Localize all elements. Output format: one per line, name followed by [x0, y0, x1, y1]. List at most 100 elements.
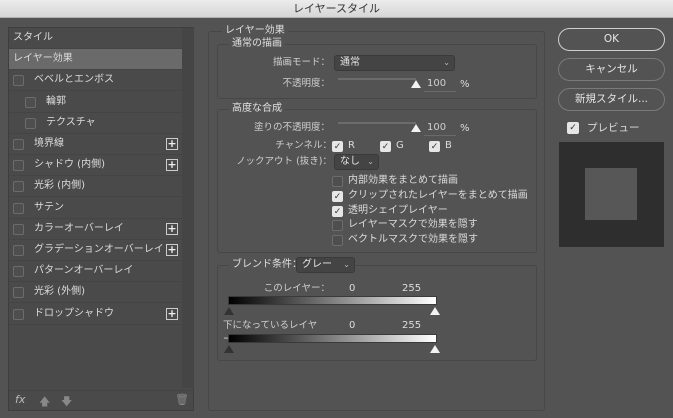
knockout-label: ノックアウト (抜き)：	[236, 156, 332, 167]
underlying-layer-black-slider[interactable]	[224, 345, 234, 353]
move-down-icon[interactable]: 🡇	[61, 393, 72, 412]
opacity-label: 不透明度：	[282, 78, 330, 89]
preview-checkbox[interactable]: ✓	[567, 122, 579, 134]
style-item[interactable]: パターンオーバーレイ	[9, 261, 182, 283]
underlying-layer-min: 0	[349, 320, 356, 331]
style-checkbox[interactable]	[13, 181, 24, 193]
add-effect-icon[interactable]: +	[166, 159, 178, 172]
normal-blending-title: 通常の描画	[229, 38, 285, 50]
style-checkbox[interactable]	[13, 245, 24, 256]
option-checkbox[interactable]: ✓	[332, 205, 343, 217]
this-layer-black-slider[interactable]	[224, 307, 234, 315]
this-layer-white-slider[interactable]	[430, 307, 440, 315]
this-layer-gradient	[228, 296, 437, 305]
option-label: 内部効果をまとめて描画	[348, 175, 458, 186]
add-effect-icon[interactable]: +	[166, 222, 178, 235]
move-up-icon[interactable]: 🡅	[39, 393, 50, 412]
fill-opacity-slider[interactable]	[338, 122, 416, 124]
fill-opacity-input[interactable]: 100	[424, 121, 456, 136]
channel-b-checkbox[interactable]: ✓	[429, 141, 440, 152]
style-checkbox[interactable]	[13, 160, 24, 172]
style-item-label: テクスチャ	[46, 116, 96, 128]
option-checkbox[interactable]	[332, 176, 343, 187]
channel-b-label: B	[445, 140, 452, 151]
option-label: クリップされたレイヤーをまとめて描画	[348, 189, 528, 201]
style-checkbox[interactable]	[13, 223, 24, 235]
style-checkbox[interactable]	[13, 308, 24, 320]
channel-g-checkbox[interactable]: ✓	[380, 141, 391, 152]
style-checkbox[interactable]	[13, 139, 24, 150]
channel-g-label: G	[396, 140, 404, 151]
advanced-blending-title: 高度な合成	[229, 103, 285, 115]
style-item-label: 境界線	[34, 138, 64, 149]
style-checkbox[interactable]	[13, 202, 24, 214]
add-effect-icon[interactable]: +	[166, 138, 178, 150]
style-checkbox[interactable]	[25, 96, 36, 108]
style-item-label: 光彩 (内側)	[34, 180, 85, 192]
channel-r-label: R	[348, 140, 355, 151]
trash-icon[interactable]: 🗑	[175, 393, 189, 406]
opacity-input[interactable]: 100	[424, 77, 456, 92]
chevron-down-icon: ⌄	[443, 58, 450, 67]
style-item[interactable]: 境界線 +	[9, 134, 182, 155]
option-label: レイヤーマスクで効果を隠す	[348, 219, 478, 231]
knockout-value: なし	[340, 156, 360, 167]
style-checkbox[interactable]	[25, 117, 36, 129]
style-item-label: 輪郭	[46, 95, 66, 107]
style-item[interactable]: ベベルとエンボス	[9, 70, 182, 92]
option-checkbox[interactable]: ✓	[332, 190, 343, 202]
underlying-layer-white-slider[interactable]	[430, 345, 440, 353]
new-style-button[interactable]: 新規スタイル...	[558, 88, 665, 111]
add-effect-icon[interactable]: +	[166, 307, 178, 320]
style-item[interactable]: カラーオーバーレイ +	[9, 219, 182, 240]
channel-r-checkbox[interactable]: ✓	[332, 141, 343, 152]
style-item[interactable]: 光彩 (内側)	[9, 176, 182, 198]
cancel-button[interactable]: キャンセル	[558, 58, 665, 81]
style-item[interactable]: グラデーションオーバーレイ +	[9, 240, 182, 261]
blend-if-value: グレー	[302, 259, 332, 270]
this-layer-max: 255	[402, 283, 422, 294]
style-item-label: シャドウ (内側)	[34, 159, 105, 171]
style-item[interactable]: ドロップシャドウ +	[9, 304, 182, 325]
style-item-label: 光彩 (外側)	[34, 286, 85, 298]
style-checkbox[interactable]	[13, 287, 24, 299]
styles-list: スタイルレイヤー効果ベベルとエンボス輪郭テクスチャ境界線 + シャドウ (内側) + 光…	[9, 28, 182, 388]
blend-if-select[interactable]: グレー ⌄	[296, 257, 355, 273]
style-item[interactable]: 光彩 (外側)	[9, 282, 182, 304]
style-item[interactable]: 輪郭	[9, 92, 182, 113]
option-label: 透明シェイプレイヤー	[348, 204, 448, 216]
underlying-layer-max: 255	[402, 320, 422, 331]
style-item[interactable]: レイヤー効果	[9, 49, 182, 71]
layer-effects-title: レイヤー効果	[222, 25, 288, 37]
style-checkbox[interactable]	[13, 75, 24, 87]
knockout-select[interactable]: なし ⌄	[334, 154, 379, 170]
sidebar-toolbar: fx 🡅 🡇 🗑	[9, 390, 193, 411]
add-effect-icon[interactable]: +	[166, 244, 178, 256]
style-item[interactable]: サテン	[9, 198, 182, 219]
style-item-label: ドロップシャドウ	[34, 307, 114, 319]
option-checkbox[interactable]	[332, 235, 343, 247]
style-item-label: グラデーションオーバーレイ	[34, 244, 164, 255]
option-checkbox[interactable]	[332, 220, 343, 232]
style-item[interactable]: スタイル	[9, 28, 182, 49]
opacity-slider[interactable]	[338, 78, 416, 80]
scrollbar[interactable]	[182, 28, 194, 388]
preview-thumbnail	[559, 142, 664, 247]
this-layer-label: このレイヤー：	[263, 283, 330, 294]
style-item-label: レイヤー効果	[13, 53, 73, 65]
styles-sidebar: スタイルレイヤー効果ベベルとエンボス輪郭テクスチャ境界線 + シャドウ (内側) + 光…	[8, 27, 194, 411]
style-item-label: スタイル	[13, 32, 53, 43]
preview-label: プレビュー	[587, 122, 640, 134]
opacity-slider-thumb[interactable]	[411, 80, 421, 88]
chevron-down-icon: ⌄	[343, 260, 350, 269]
fill-opacity-slider-thumb[interactable]	[411, 124, 421, 132]
style-item[interactable]: シャドウ (内側) +	[9, 155, 182, 177]
style-item[interactable]: テクスチャ	[9, 113, 182, 134]
underlying-layer-gradient	[228, 334, 437, 343]
title-bar: レイヤースタイル	[0, 0, 673, 18]
ok-button[interactable]: OK	[558, 28, 665, 51]
style-checkbox[interactable]	[13, 266, 24, 278]
fx-button[interactable]: fx	[15, 393, 25, 406]
blend-mode-select[interactable]: 通常 ⌄	[334, 55, 455, 71]
style-item-label: サテン	[34, 201, 64, 213]
